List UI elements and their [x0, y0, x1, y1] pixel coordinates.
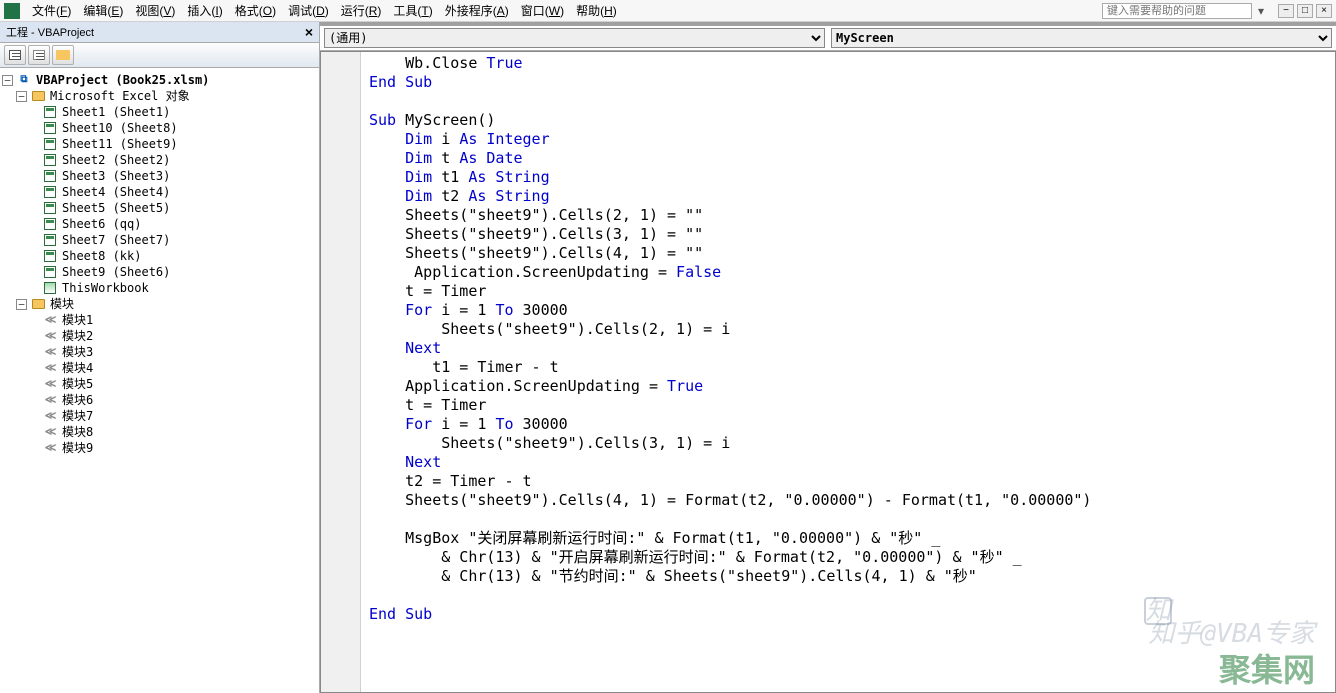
tree-item[interactable]: 模块3: [60, 344, 95, 360]
tree-item[interactable]: 模块7: [60, 408, 95, 424]
tree-item[interactable]: 模块9: [60, 440, 95, 456]
worksheet-icon: [42, 201, 58, 215]
restore-button[interactable]: □: [1297, 4, 1313, 18]
worksheet-icon: [42, 169, 58, 183]
tree-item[interactable]: Sheet7 (Sheet7): [60, 232, 172, 248]
module-icon: ≪: [42, 313, 58, 327]
code-margin: [321, 52, 361, 692]
worksheet-icon: [42, 217, 58, 231]
menubar: 文件(F)编辑(E)视图(V)插入(I)格式(O)调试(D)运行(R)工具(T)…: [0, 0, 1336, 22]
worksheet-icon: [42, 121, 58, 135]
close-button[interactable]: ×: [1316, 4, 1332, 18]
tree-item[interactable]: Sheet9 (Sheet6): [60, 264, 172, 280]
menu-e[interactable]: 编辑(E): [77, 0, 129, 21]
tree-item[interactable]: Sheet3 (Sheet3): [60, 168, 172, 184]
module-icon: ≪: [42, 377, 58, 391]
tree-item[interactable]: 模块8: [60, 424, 95, 440]
tree-item[interactable]: 模块5: [60, 376, 95, 392]
tree-item[interactable]: 模块6: [60, 392, 95, 408]
tree-item[interactable]: Sheet4 (Sheet4): [60, 184, 172, 200]
menu-r[interactable]: 运行(R): [335, 0, 388, 21]
code-panel: (通用) MyScreen Wb.Close True End Sub Sub …: [320, 22, 1336, 693]
menu-t[interactable]: 工具(T): [387, 0, 438, 21]
modules-folder[interactable]: 模块: [48, 296, 76, 312]
project-toolbar: [0, 43, 319, 68]
module-icon: ≪: [42, 393, 58, 407]
module-icon: ≪: [42, 345, 58, 359]
vbaproject-icon: ⧉: [16, 73, 32, 87]
menu-d[interactable]: 调试(D): [282, 0, 335, 21]
expand-toggle[interactable]: −: [16, 91, 27, 102]
module-icon: ≪: [42, 361, 58, 375]
workbook-icon: [42, 281, 58, 295]
folder-icon: [30, 297, 46, 311]
worksheet-icon: [42, 265, 58, 279]
menu-h[interactable]: 帮助(H): [570, 0, 623, 21]
menu-o[interactable]: 格式(O): [229, 0, 282, 21]
tree-item[interactable]: 模块4: [60, 360, 95, 376]
worksheet-icon: [42, 249, 58, 263]
tree-item[interactable]: Sheet11 (Sheet9): [60, 136, 180, 152]
tree-item[interactable]: Sheet5 (Sheet5): [60, 200, 172, 216]
watermark-site: 聚集网: [1219, 661, 1315, 680]
project-tree[interactable]: − ⧉ VBAProject (Book25.xlsm) − Microsoft…: [0, 68, 319, 693]
tree-item[interactable]: Sheet10 (Sheet8): [60, 120, 180, 136]
tree-item[interactable]: Sheet1 (Sheet1): [60, 104, 172, 120]
code-editor[interactable]: Wb.Close True End Sub Sub MyScreen() Dim…: [361, 52, 1335, 692]
worksheet-icon: [42, 137, 58, 151]
tree-item[interactable]: Sheet2 (Sheet2): [60, 152, 172, 168]
view-object-button[interactable]: [28, 45, 50, 65]
view-code-button[interactable]: [4, 45, 26, 65]
menu-v[interactable]: 视图(V): [129, 0, 181, 21]
menu-i[interactable]: 插入(I): [181, 0, 228, 21]
menu-f[interactable]: 文件(F): [26, 0, 77, 21]
excel-objects-folder[interactable]: Microsoft Excel 对象: [48, 88, 192, 104]
expand-toggle[interactable]: −: [2, 75, 13, 86]
worksheet-icon: [42, 105, 58, 119]
worksheet-icon: [42, 185, 58, 199]
module-icon: ≪: [42, 441, 58, 455]
watermark-text: 知知乎@VBA专家: [1144, 597, 1315, 644]
module-icon: ≪: [42, 329, 58, 343]
help-search-input[interactable]: [1102, 3, 1252, 19]
folder-icon: [30, 89, 46, 103]
panel-close-button[interactable]: ×: [305, 24, 313, 40]
expand-toggle[interactable]: −: [16, 299, 27, 310]
tree-item[interactable]: ThisWorkbook: [60, 280, 151, 296]
minimize-button[interactable]: −: [1278, 4, 1294, 18]
object-dropdown[interactable]: (通用): [324, 28, 825, 48]
toggle-folders-button[interactable]: [52, 45, 74, 65]
menu-a[interactable]: 外接程序(A): [439, 0, 515, 21]
tree-item[interactable]: 模块1: [60, 312, 95, 328]
module-icon: ≪: [42, 425, 58, 439]
menu-w[interactable]: 窗口(W): [515, 0, 570, 21]
worksheet-icon: [42, 153, 58, 167]
tree-item[interactable]: Sheet8 (kk): [60, 248, 143, 264]
help-dropdown-icon[interactable]: ▾: [1258, 4, 1264, 18]
worksheet-icon: [42, 233, 58, 247]
procedure-dropdown[interactable]: MyScreen: [831, 28, 1332, 48]
excel-icon: [4, 3, 20, 19]
tree-item[interactable]: Sheet6 (qq): [60, 216, 143, 232]
project-root[interactable]: VBAProject (Book25.xlsm): [34, 72, 211, 88]
module-icon: ≪: [42, 409, 58, 423]
project-explorer: 工程 - VBAProject × − ⧉ VBAProject (Book25…: [0, 22, 320, 693]
project-panel-title: 工程 - VBAProject: [6, 24, 94, 40]
tree-item[interactable]: 模块2: [60, 328, 95, 344]
